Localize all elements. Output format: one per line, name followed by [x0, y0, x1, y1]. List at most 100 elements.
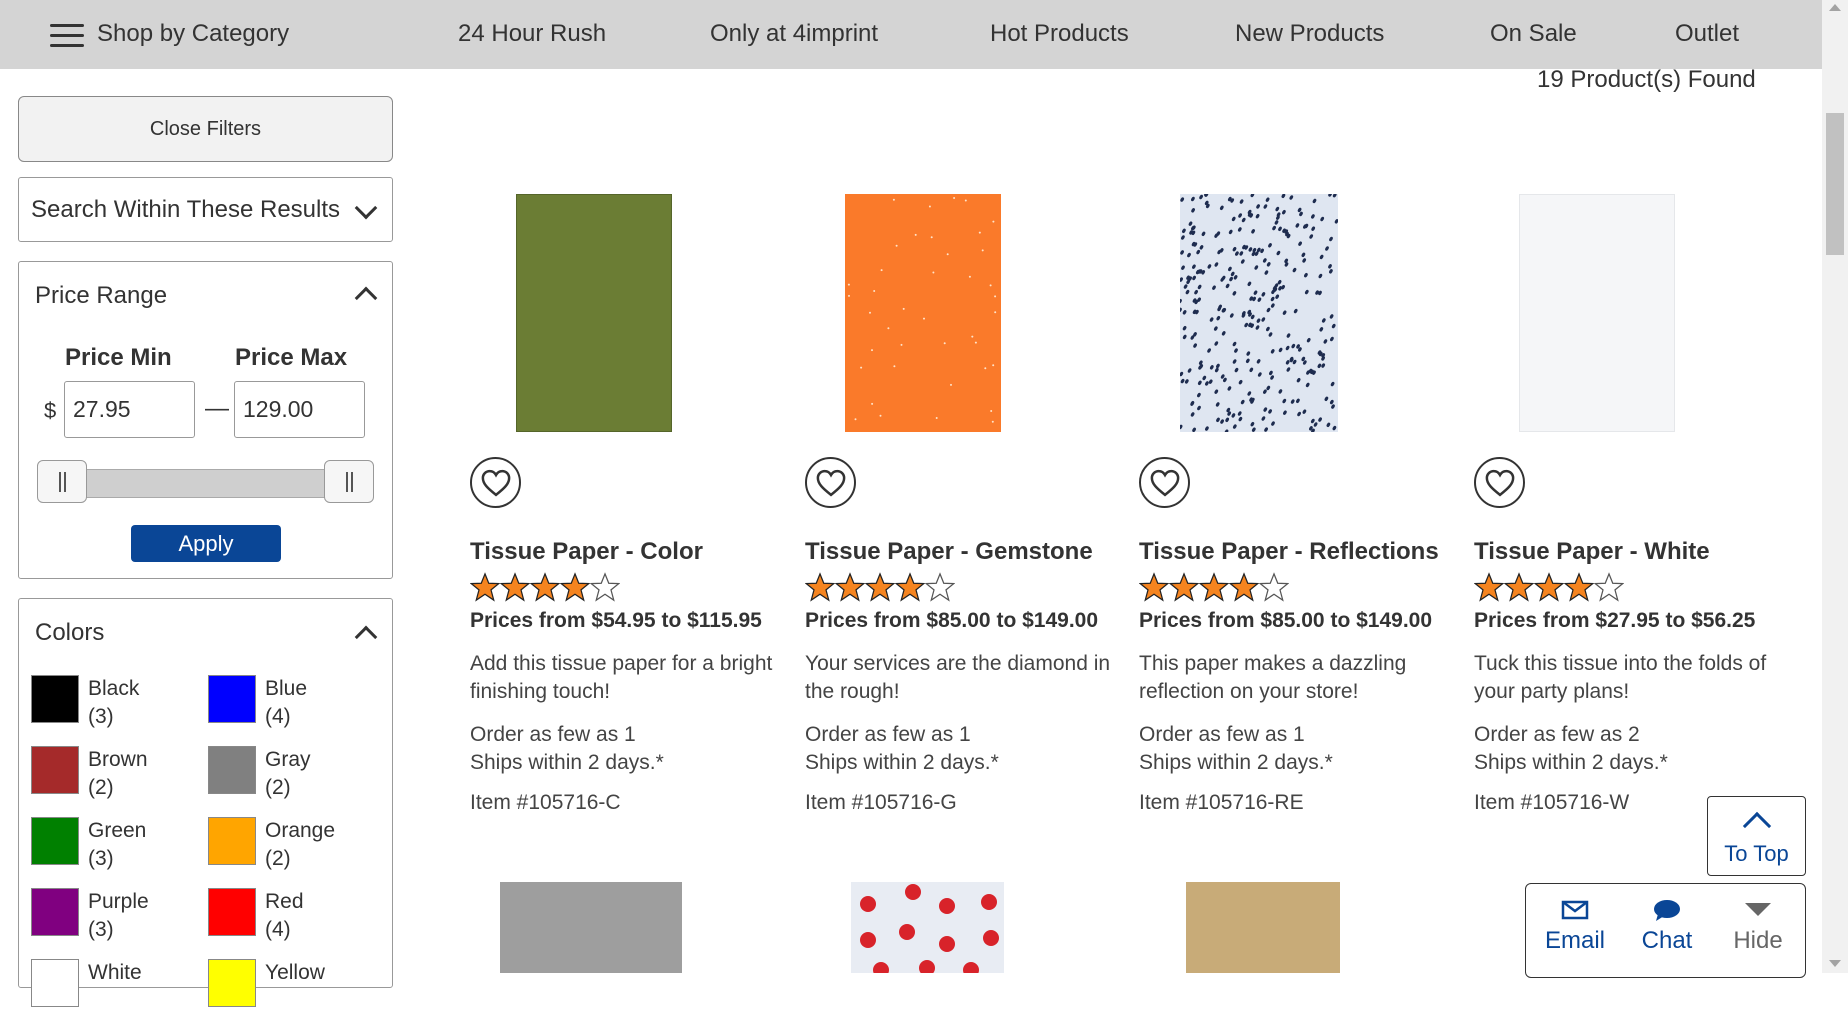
ships-text: Ships within 2 days.* [1139, 751, 1333, 774]
hide-button[interactable]: Hide [1713, 899, 1803, 955]
min-order-text: Order as few as 1 [805, 723, 971, 746]
product-image[interactable] [1519, 194, 1675, 432]
color-filter-red[interactable]: Red (4) [208, 888, 378, 944]
color-filter-blue[interactable]: Blue (4) [208, 675, 378, 731]
product-rating [1474, 572, 1624, 602]
product-description: Your services are the diamond in the rou… [805, 652, 1111, 703]
close-filters-button[interactable]: Close Filters [18, 96, 393, 162]
color-filter-purple[interactable]: Purple (3) [31, 888, 201, 944]
product-price: Prices from $85.00 to $149.00 [805, 609, 1099, 632]
star-empty-icon [1594, 572, 1624, 602]
product-description: Add this tissue paper for a bright finis… [470, 652, 773, 703]
item-number: Item #105716-C [470, 791, 621, 814]
collapse-colors-chevron-up-icon[interactable] [354, 625, 378, 649]
favorite-button[interactable] [1474, 457, 1525, 508]
price-max-input[interactable] [234, 381, 365, 438]
star-filled-icon [1504, 572, 1534, 602]
hamburger-menu-icon[interactable] [50, 24, 84, 47]
product-image-row2-3[interactable] [1186, 882, 1340, 973]
star-filled-icon [1139, 572, 1169, 602]
product-description: This paper makes a dazzling reflection o… [1139, 652, 1407, 703]
star-filled-icon [1534, 572, 1564, 602]
color-filter-black[interactable]: Black (3) [31, 675, 201, 731]
price-slider-max-handle[interactable] [324, 460, 374, 503]
product-price: Prices from $27.95 to $56.25 [1474, 609, 1756, 632]
color-swatch [31, 817, 79, 865]
favorite-button[interactable] [470, 457, 521, 508]
color-filter-yellow[interactable]: Yellow [208, 959, 378, 1015]
email-label: Email [1544, 927, 1605, 954]
product-image[interactable] [1178, 191, 1339, 434]
email-button[interactable]: Email [1530, 899, 1620, 955]
shop-by-category-link[interactable]: Shop by Category [97, 20, 289, 48]
color-filter-brown[interactable]: Brown (2) [31, 746, 201, 802]
nav-outlet[interactable]: Outlet [1675, 20, 1739, 48]
price-min-label: Price Min [65, 344, 172, 371]
nav-new-products[interactable]: New Products [1235, 20, 1384, 48]
product-image[interactable] [516, 194, 672, 432]
product-name[interactable]: Tissue Paper - White [1474, 538, 1710, 566]
colors-title: Colors [35, 619, 105, 646]
color-name: Green [88, 819, 147, 842]
chat-button[interactable]: Chat [1622, 899, 1712, 955]
product-order-info: Order as few as 1 Ships within 2 days.* [1139, 721, 1333, 777]
color-filter-green[interactable]: Green (3) [31, 817, 201, 873]
chevron-down-icon [354, 196, 378, 220]
star-filled-icon [1169, 572, 1199, 602]
product-image-row2-1[interactable] [500, 882, 682, 973]
nav-on-sale[interactable]: On Sale [1490, 20, 1577, 48]
product-name[interactable]: Tissue Paper - Color [470, 538, 703, 566]
product-name[interactable]: Tissue Paper - Reflections [1139, 538, 1439, 566]
product-rating [805, 572, 955, 602]
product-image-row2-2[interactable] [851, 882, 1004, 978]
product-card: Tissue Paper - White Prices from $27.95 t… [1462, 190, 1782, 830]
price-max-label: Price Max [235, 344, 348, 371]
product-name[interactable]: Tissue Paper - Gemstone [805, 538, 1093, 566]
color-name: Purple [88, 890, 149, 913]
to-top-button[interactable]: To Top [1707, 796, 1806, 876]
item-number: Item #105716-W [1474, 791, 1630, 814]
color-name: Yellow [265, 961, 325, 984]
search-within-results-toggle[interactable]: Search Within These Results [18, 177, 393, 242]
scroll-down-arrow-icon[interactable] [1829, 960, 1841, 967]
currency-symbol: $ [44, 398, 57, 423]
favorite-button[interactable] [805, 457, 856, 508]
price-slider-min-handle[interactable] [37, 460, 87, 503]
product-card: Tissue Paper - Gemstone Prices from $85.0… [793, 190, 1113, 830]
star-filled-icon [500, 572, 530, 602]
chat-label: Chat [1641, 927, 1693, 954]
color-swatch [208, 888, 256, 936]
color-filter-gray[interactable]: Gray (2) [208, 746, 378, 802]
color-swatch [208, 675, 256, 723]
color-swatch [31, 746, 79, 794]
scroll-up-arrow-icon[interactable] [1829, 4, 1841, 11]
scrollbar-thumb[interactable] [1826, 113, 1844, 255]
price-range-panel: Price Range Price Min Price Max $ — Appl… [18, 261, 393, 579]
top-navigation: Shop by Category 24 Hour Rush Only at 4i… [0, 0, 1822, 69]
chevron-up-icon [1742, 811, 1772, 841]
ships-text: Ships within 2 days.* [805, 751, 999, 774]
nav-hot-products[interactable]: Hot Products [990, 20, 1129, 48]
color-filter-white[interactable]: White [31, 959, 201, 1015]
price-slider-track[interactable] [47, 469, 362, 498]
nav-only-at-4imprint[interactable]: Only at 4imprint [710, 20, 878, 48]
favorite-button[interactable] [1139, 457, 1190, 508]
star-filled-icon [895, 572, 925, 602]
star-filled-icon [835, 572, 865, 602]
nav-24-hour-rush[interactable]: 24 Hour Rush [458, 20, 606, 48]
color-count: (2) [88, 776, 114, 799]
product-image[interactable] [845, 194, 1001, 432]
ships-text: Ships within 2 days.* [470, 751, 664, 774]
results-count: 19 Product(s) Found [1537, 66, 1756, 93]
to-top-label: To Top [1724, 841, 1789, 866]
price-range-title: Price Range [35, 282, 168, 309]
collapse-price-chevron-up-icon[interactable] [354, 286, 378, 310]
apply-price-button[interactable]: Apply [131, 525, 281, 562]
star-filled-icon [805, 572, 835, 602]
price-min-input[interactable] [64, 381, 195, 438]
color-name: Red [265, 890, 304, 913]
heart-icon [481, 469, 510, 496]
min-order-text: Order as few as 2 [1474, 723, 1640, 746]
page-scrollbar[interactable] [1822, 0, 1848, 973]
color-filter-orange[interactable]: Orange (2) [208, 817, 378, 873]
